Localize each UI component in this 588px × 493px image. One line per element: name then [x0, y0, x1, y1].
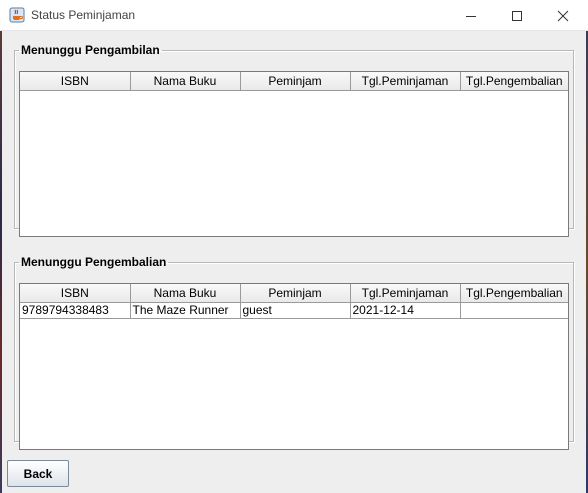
pickup-table[interactable]: ISBN Nama Buku Peminjam Tgl.Peminjaman T… [20, 72, 568, 91]
minimize-icon [466, 15, 476, 17]
column-header-peminjam[interactable]: Peminjam [240, 72, 351, 91]
column-header-nama-buku[interactable]: Nama Buku [130, 284, 241, 303]
desktop-edge-left [0, 30, 2, 493]
return-table[interactable]: ISBN Nama Buku Peminjam Tgl.Peminjaman T… [20, 284, 568, 319]
back-button[interactable]: Back [7, 460, 69, 487]
cell-tgl-peminjaman[interactable]: 2021-12-14 [350, 302, 461, 319]
cell-nama-buku[interactable]: The Maze Runner [130, 302, 241, 319]
column-header-tgl-pengembalian[interactable]: Tgl.Pengembalian [460, 284, 568, 303]
column-header-nama-buku[interactable]: Nama Buku [130, 72, 241, 91]
table-row[interactable]: 9789794338483 The Maze Runner guest 2021… [20, 302, 568, 319]
minimize-button[interactable] [448, 0, 494, 31]
window-title: Status Peminjaman [31, 8, 136, 22]
cell-tgl-pengembalian[interactable] [460, 302, 568, 319]
close-button[interactable] [540, 0, 586, 31]
column-header-tgl-pengembalian[interactable]: Tgl.Pengembalian [460, 72, 568, 91]
title-bar[interactable]: Status Peminjaman [0, 0, 588, 31]
column-header-isbn[interactable]: ISBN [20, 284, 131, 303]
column-header-tgl-peminjaman[interactable]: Tgl.Peminjaman [350, 284, 461, 303]
close-icon [557, 10, 569, 21]
java-cup-icon [9, 7, 25, 23]
maximize-button[interactable] [494, 0, 540, 31]
pickup-panel: Menunggu Pengambilan ISBN Nama Buku Pemi… [14, 43, 574, 237]
maximize-icon [512, 10, 522, 21]
return-table-header: ISBN Nama Buku Peminjam Tgl.Peminjaman T… [20, 284, 568, 303]
pickup-panel-title: Menunggu Pengambilan [21, 43, 160, 57]
return-table-viewport[interactable]: ISBN Nama Buku Peminjam Tgl.Peminjaman T… [19, 283, 569, 450]
cell-peminjam[interactable]: guest [240, 302, 351, 319]
cell-isbn[interactable]: 9789794338483 [20, 302, 131, 319]
column-header-isbn[interactable]: ISBN [20, 72, 131, 91]
pickup-table-header: ISBN Nama Buku Peminjam Tgl.Peminjaman T… [20, 72, 568, 91]
return-panel-title: Menunggu Pengembalian [21, 255, 167, 269]
pickup-table-viewport[interactable]: ISBN Nama Buku Peminjam Tgl.Peminjaman T… [19, 71, 569, 237]
column-header-tgl-peminjaman[interactable]: Tgl.Peminjaman [350, 72, 461, 91]
return-panel: Menunggu Pengembalian ISBN Nama Buku Pem… [14, 255, 574, 450]
column-header-peminjam[interactable]: Peminjam [240, 284, 351, 303]
